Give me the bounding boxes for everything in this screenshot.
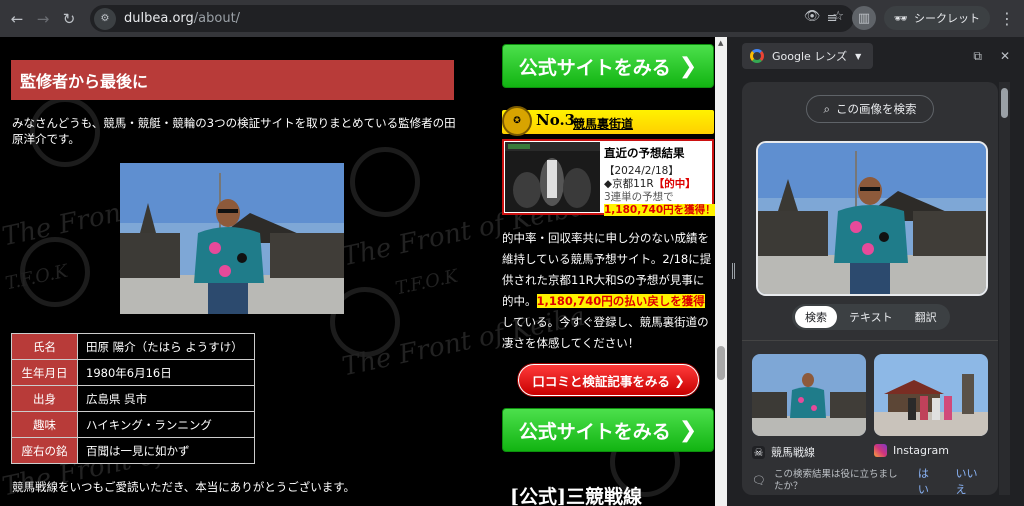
page-scrollbar[interactable]: ▲ bbox=[715, 37, 727, 506]
profile-key: 趣味 bbox=[11, 411, 78, 438]
back-icon[interactable]: ← bbox=[4, 6, 30, 32]
profile-table: 氏名 田原 陽介（たはら ようすけ） 生年月日 1980年6月16日 出身 広島… bbox=[11, 333, 255, 464]
review-article-button[interactable]: 口コミと検証記事をみる ❯ bbox=[518, 364, 699, 396]
rank-site-link[interactable]: 競馬裏街道 bbox=[573, 115, 633, 132]
tab-translate[interactable]: 翻訳 bbox=[905, 306, 947, 328]
chevron-right-icon: ❯ bbox=[678, 417, 698, 443]
table-row: 氏名 田原 陽介（たはら ようすけ） bbox=[11, 333, 255, 360]
table-row: 出身 広島県 呉市 bbox=[11, 385, 255, 412]
intro-text: みなさんどうも、競馬・競艇・競輪の3つの検証サイトを取りまとめている監修者の田原… bbox=[12, 116, 456, 146]
rank-medal-icon: ✪ bbox=[502, 106, 532, 136]
lens-crop-image[interactable] bbox=[756, 141, 988, 296]
url-text: dulbea.org/about/ bbox=[124, 11, 241, 26]
feedback-yes-button[interactable]: はい bbox=[918, 465, 940, 496]
section-heading: 監修者から最後に bbox=[11, 60, 454, 100]
profile-value: 1980年6月16日 bbox=[77, 359, 255, 386]
lens-panel-selector[interactable]: Google レンズ ▼ bbox=[742, 43, 874, 69]
feedback-no-button[interactable]: いいえ bbox=[956, 465, 988, 496]
open-in-new-tab-icon[interactable]: ⧉ bbox=[973, 49, 982, 64]
lens-search-icon: ⌕ bbox=[823, 101, 830, 116]
feedback-question: この検索結果は役に立ちましたか？ bbox=[773, 468, 898, 492]
eye-off-icon[interactable]: 👁 bbox=[804, 9, 821, 24]
resize-grip-icon[interactable] bbox=[732, 263, 735, 279]
next-site-title: [公式]三競戦線 bbox=[510, 486, 642, 506]
search-this-image-button[interactable]: ⌕ この画像を検索 bbox=[806, 95, 934, 123]
incognito-icon: 🕶 bbox=[894, 11, 908, 25]
site-description: 的中率・回収率共に申し分のない成績を維持している競馬予想サイト。2/18に提供さ… bbox=[502, 231, 712, 350]
tab-search[interactable]: 検索 bbox=[795, 306, 837, 328]
incognito-badge[interactable]: 🕶 シークレット bbox=[884, 6, 990, 30]
caret-down-icon: ▼ bbox=[855, 51, 862, 61]
feedback-bar: 🗨 この検索結果は役に立ちましたか？ はい いいえ bbox=[742, 465, 998, 496]
google-logo-icon bbox=[750, 49, 764, 63]
result-thumbnail bbox=[752, 354, 866, 436]
profile-key: 生年月日 bbox=[11, 359, 78, 386]
menu-icon[interactable]: ⋮ bbox=[998, 9, 1016, 28]
visual-match-result[interactable]: Instagram bbox=[874, 354, 988, 457]
supervisor-photo bbox=[120, 163, 344, 314]
profile-key: 座右の銘 bbox=[11, 437, 78, 464]
profile-value: 百聞は一見に如かず bbox=[77, 437, 255, 464]
rank-number: No.3 bbox=[536, 111, 576, 129]
lens-scroll-thumb[interactable] bbox=[1001, 88, 1008, 118]
chevron-right-icon: ❯ bbox=[678, 53, 698, 79]
browser-toolbar: ← → ↻ ⚙ dulbea.org/about/ 👁 ☆ ≡ ▥ 🕶 シークレ… bbox=[0, 0, 1024, 37]
result-title: 直近の予想結果 bbox=[604, 146, 685, 160]
divider bbox=[742, 340, 998, 341]
profile-value: 広島県 呉市 bbox=[77, 385, 255, 412]
close-icon[interactable]: ✕ bbox=[1000, 49, 1010, 64]
scroll-thumb[interactable] bbox=[717, 346, 725, 380]
address-bar[interactable]: ⚙ dulbea.org/about/ 👁 ☆ bbox=[90, 5, 854, 32]
visual-match-result[interactable]: ☠ 競馬戦線 bbox=[752, 354, 866, 460]
lens-tabs: 検索 テキスト 翻訳 bbox=[792, 304, 950, 330]
profile-value: ハイキング・ランニング bbox=[77, 411, 255, 438]
side-panel-icon[interactable]: ▥ bbox=[852, 6, 877, 30]
site-info-icon[interactable]: ⚙ bbox=[94, 7, 116, 30]
page-content: The Front of Keiba The Front of Keiba Th… bbox=[0, 37, 715, 506]
table-row: 趣味 ハイキング・ランニング bbox=[11, 411, 255, 438]
official-site-button[interactable]: 公式サイトをみる ❯ bbox=[502, 44, 714, 88]
result-thumbnail bbox=[505, 142, 600, 212]
reload-icon[interactable]: ↻ bbox=[56, 6, 82, 32]
official-site-button[interactable]: 公式サイトをみる ❯ bbox=[502, 408, 714, 452]
lens-side-panel: Google レンズ ▼ ⧉ ✕ ⌕ この画像を検索 検索 テキスト 翻訳 ☠ … bbox=[740, 37, 1024, 506]
watermark-text: T.F.O.K bbox=[393, 265, 460, 300]
forward-icon[interactable]: → bbox=[30, 6, 56, 32]
table-row: 座右の銘 百聞は一見に如かず bbox=[11, 437, 255, 464]
skull-watermark bbox=[350, 147, 420, 217]
skull-site-icon: ☠ bbox=[752, 445, 765, 459]
result-thumbnail bbox=[874, 354, 988, 436]
outro-text: 競馬戦線をいつもご愛読いただき、本当にありがとうございます。 bbox=[12, 480, 356, 494]
tab-search-icon[interactable]: ≡ bbox=[820, 6, 844, 30]
feedback-icon: 🗨 bbox=[752, 474, 766, 487]
profile-key: 出身 bbox=[11, 385, 78, 412]
chevron-right-icon: ❯ bbox=[674, 372, 685, 388]
result-card[interactable]: 直近の予想結果 【2024/2/18】 ◆京都11R【的中】 3連単の予想で 1… bbox=[502, 139, 715, 216]
instagram-icon bbox=[874, 444, 887, 457]
side-panel-resizer[interactable] bbox=[727, 37, 740, 506]
lens-scrollbar[interactable] bbox=[999, 82, 1010, 495]
lens-results-card: ⌕ この画像を検索 検索 テキスト 翻訳 ☠ 競馬戦線 Instagram 🗨 … bbox=[742, 82, 998, 495]
profile-key: 氏名 bbox=[11, 333, 78, 360]
table-row: 生年月日 1980年6月16日 bbox=[11, 359, 255, 386]
profile-value: 田原 陽介（たはら ようすけ） bbox=[77, 333, 255, 360]
result-amount: 1,180,740円を獲得！ bbox=[604, 204, 715, 216]
scroll-up-icon[interactable]: ▲ bbox=[718, 39, 723, 47]
tab-text[interactable]: テキスト bbox=[839, 306, 903, 328]
